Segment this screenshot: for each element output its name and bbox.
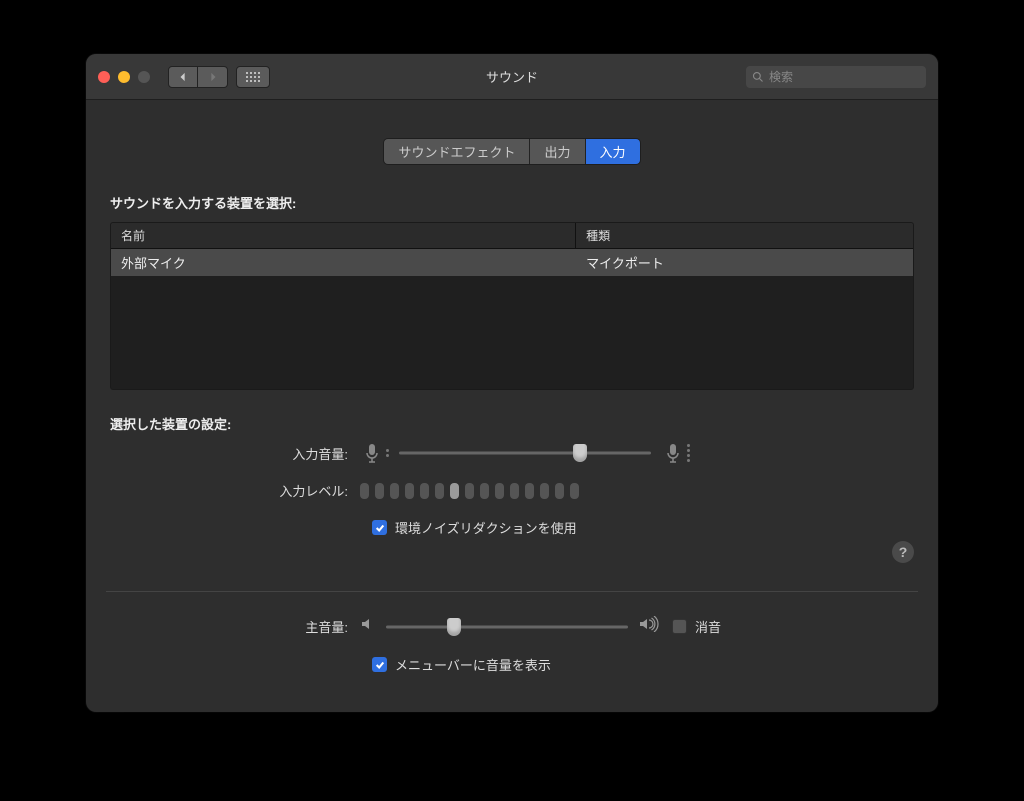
nav-buttons: [168, 66, 228, 88]
slider-thumb[interactable]: [573, 444, 587, 462]
main-volume-row: 主音量: 消音: [110, 616, 914, 637]
divider: [106, 591, 918, 592]
noise-reduction-row: 環境ノイズリダクションを使用: [372, 518, 914, 537]
minimize-button[interactable]: [118, 71, 130, 83]
grid-icon: [246, 72, 260, 82]
input-level-meter: [360, 483, 579, 499]
input-settings: 入力音量:: [110, 443, 914, 563]
device-type: マイクポート: [576, 249, 913, 276]
show-menubar-checkbox[interactable]: [372, 657, 387, 672]
tab-sound-effects[interactable]: サウンドエフェクト: [384, 139, 530, 164]
sound-preferences-window: サウンド 検索 サウンドエフェクト 出力 入力 サウンドを入力する装置を選択: …: [86, 54, 938, 712]
search-field[interactable]: 検索: [746, 66, 926, 88]
speaker-low-icon: [360, 616, 376, 637]
chevron-left-icon: [179, 72, 187, 82]
show-menubar-label: メニューバーに音量を表示: [395, 655, 551, 674]
check-icon: [375, 523, 385, 533]
input-volume-row: 入力音量:: [110, 443, 914, 463]
main-volume-slider[interactable]: [360, 616, 660, 637]
forward-button[interactable]: [198, 66, 228, 88]
close-button[interactable]: [98, 71, 110, 83]
search-icon: [752, 71, 764, 83]
mute-label: 消音: [695, 617, 721, 636]
back-button[interactable]: [168, 66, 198, 88]
table-row[interactable]: 外部マイク マイクポート: [111, 249, 913, 277]
column-name[interactable]: 名前: [111, 223, 576, 248]
help-button[interactable]: ?: [892, 541, 914, 563]
device-name: 外部マイク: [111, 249, 576, 276]
main-volume-label: 主音量:: [110, 617, 360, 636]
mute-checkbox[interactable]: [672, 619, 687, 634]
slider-thumb[interactable]: [447, 618, 461, 636]
check-icon: [375, 660, 385, 670]
mic-high-icon: [661, 443, 690, 463]
input-volume-slider[interactable]: [360, 443, 690, 463]
noise-reduction-label: 環境ノイズリダクションを使用: [395, 518, 577, 537]
mute-group: 消音: [672, 617, 721, 636]
table-body: 外部マイク マイクポート: [111, 249, 913, 389]
input-level-row: 入力レベル:: [110, 481, 914, 500]
column-type[interactable]: 種類: [576, 223, 913, 248]
tab-bar: サウンドエフェクト 出力 入力: [110, 138, 914, 165]
selected-device-settings-label: 選択した装置の設定:: [110, 414, 914, 433]
fullscreen-button[interactable]: [138, 71, 150, 83]
input-level-label: 入力レベル:: [110, 481, 360, 500]
show-all-button[interactable]: [236, 66, 270, 88]
titlebar: サウンド 検索: [86, 54, 938, 100]
select-input-device-label: サウンドを入力する装置を選択:: [110, 193, 914, 212]
input-volume-label: 入力音量:: [110, 444, 360, 463]
segmented-control: サウンドエフェクト 出力 入力: [383, 138, 640, 165]
chevron-right-icon: [209, 72, 217, 82]
input-device-table: 名前 種類 外部マイク マイクポート: [110, 222, 914, 390]
tab-output[interactable]: 出力: [530, 139, 585, 164]
search-placeholder: 検索: [769, 68, 793, 85]
mic-low-icon: [360, 443, 389, 463]
tab-input[interactable]: 入力: [586, 139, 640, 164]
traffic-lights: [98, 71, 150, 83]
table-header: 名前 種類: [111, 223, 913, 249]
show-menubar-row: メニューバーに音量を表示: [372, 655, 914, 674]
noise-reduction-checkbox[interactable]: [372, 520, 387, 535]
content-area: サウンドエフェクト 出力 入力 サウンドを入力する装置を選択: 名前 種類 外部…: [86, 100, 938, 712]
speaker-high-icon: [638, 616, 660, 637]
